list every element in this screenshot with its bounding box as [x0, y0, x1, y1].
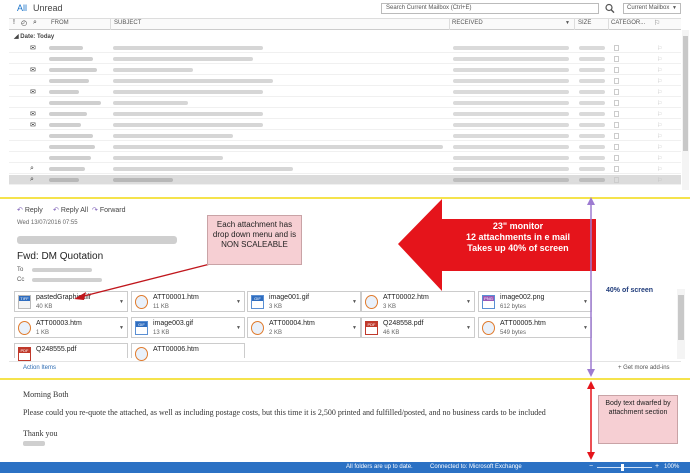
- red-arrow-head-top: [587, 381, 595, 389]
- pointer-arrow-line: [79, 261, 219, 298]
- red-arrow-head-bottom: [587, 452, 595, 460]
- annotation-note-body: Body text dwarfed by attachment section: [598, 395, 678, 444]
- purple-arrow-head-top: [587, 197, 595, 205]
- pointer-arrow-head: [74, 292, 86, 300]
- annotation-monitor-line3: Takes up 40% of screen: [467, 243, 569, 253]
- annotation-monitor-line1: 23" monitor: [492, 221, 544, 231]
- annotation-forty-percent: 40% of screen: [606, 287, 654, 294]
- annotation-overlay: [74, 197, 596, 460]
- annotation-monitor-text: 23" monitor 12 attachments in e mail Tak…: [453, 221, 583, 254]
- annotation-note-attachments: Each attachment has drop down menu and i…: [207, 215, 302, 265]
- annotation-monitor-line2: 12 attachments in e mail: [465, 232, 571, 242]
- purple-arrow-head-bottom: [587, 369, 595, 377]
